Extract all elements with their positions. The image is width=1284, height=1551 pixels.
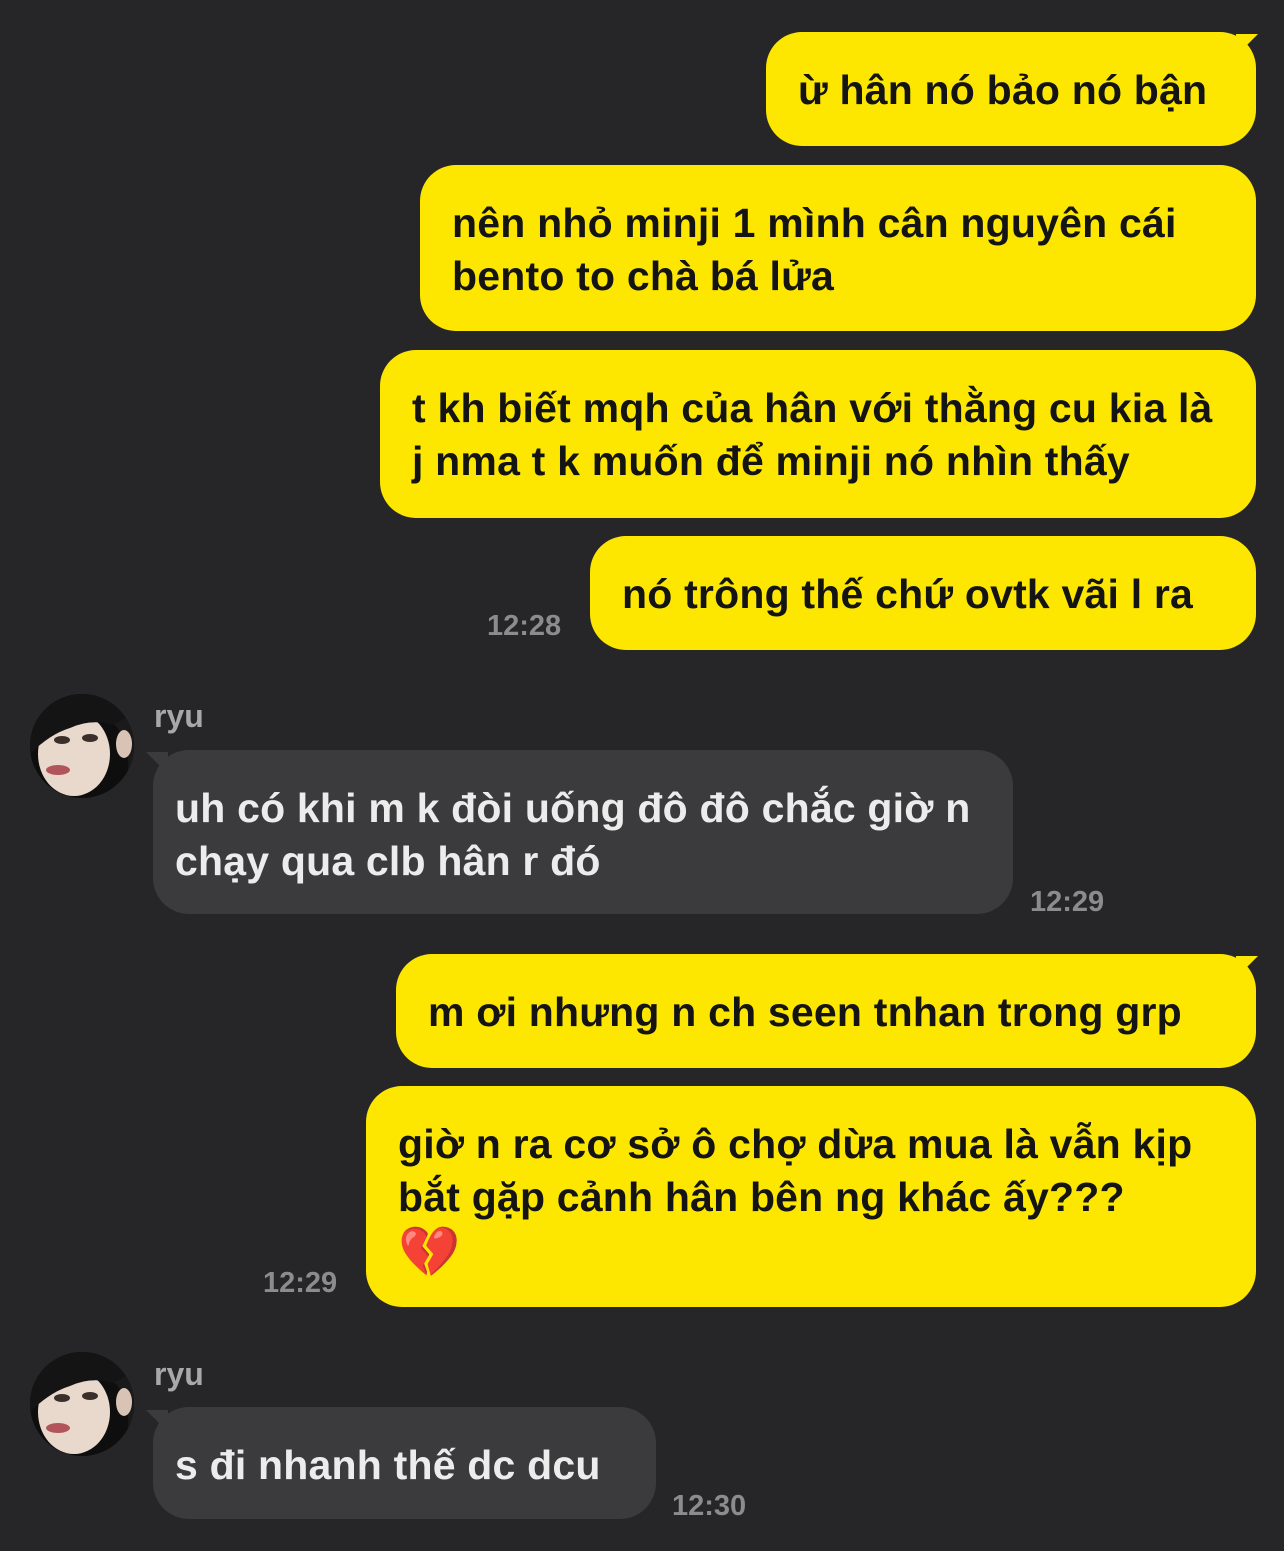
outgoing-message[interactable]: giờ n ra cơ sở ô chợ dừa mua là vẫn kịp … bbox=[366, 1086, 1256, 1307]
message-timestamp: 12:28 bbox=[487, 610, 562, 642]
broken-heart-emoji: 💔 bbox=[398, 1224, 461, 1280]
message-text: uh có khi m k đòi uống đô đô chắc giờ n … bbox=[175, 785, 971, 884]
message-timestamp: 12:30 bbox=[672, 1490, 747, 1522]
message-timestamp: 12:29 bbox=[1030, 886, 1105, 918]
message-text: ừ hân nó bảo nó bận bbox=[798, 67, 1208, 113]
avatar[interactable] bbox=[30, 694, 134, 798]
message-text: giờ n ra cơ sở ô chợ dừa mua là vẫn kịp … bbox=[398, 1121, 1193, 1220]
message-timestamp: 12:29 bbox=[263, 1267, 338, 1299]
profile-photo-icon bbox=[30, 1352, 134, 1456]
incoming-message[interactable]: uh có khi m k đòi uống đô đô chắc giờ n … bbox=[153, 750, 1013, 914]
message-text: nên nhỏ minji 1 mình cân nguyên cái bent… bbox=[452, 200, 1177, 299]
sender-name: ryu bbox=[154, 1356, 204, 1392]
message-text: s đi nhanh thế dc dcu bbox=[175, 1442, 601, 1488]
incoming-message[interactable]: s đi nhanh thế dc dcu bbox=[153, 1407, 656, 1519]
outgoing-message[interactable]: nó trông thế chứ ovtk vãi l ra bbox=[590, 536, 1256, 650]
sender-name: ryu bbox=[154, 698, 204, 734]
outgoing-message[interactable]: m ơi nhưng n ch seen tnhan trong grp bbox=[396, 954, 1256, 1068]
message-text: nó trông thế chứ ovtk vãi l ra bbox=[622, 571, 1194, 617]
avatar[interactable] bbox=[30, 1352, 134, 1456]
profile-photo-icon bbox=[30, 694, 134, 798]
message-text: t kh biết mqh của hân với thằng cu kia l… bbox=[412, 385, 1213, 484]
outgoing-message[interactable]: ừ hân nó bảo nó bận bbox=[766, 32, 1256, 146]
message-text: m ơi nhưng n ch seen tnhan trong grp bbox=[428, 989, 1182, 1035]
outgoing-message[interactable]: nên nhỏ minji 1 mình cân nguyên cái bent… bbox=[420, 165, 1256, 331]
outgoing-message[interactable]: t kh biết mqh của hân với thằng cu kia l… bbox=[380, 350, 1256, 518]
